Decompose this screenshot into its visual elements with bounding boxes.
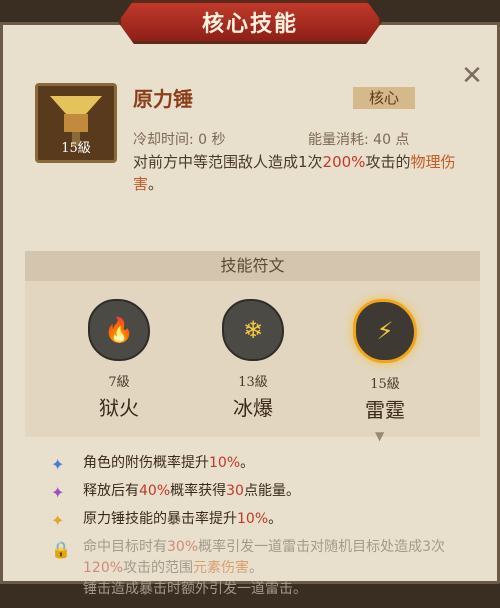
locked-value: 30% [167, 539, 199, 555]
effect-value: 40% [139, 483, 171, 499]
rune-effects: ✦ 角色的附伤概率提升10%。 ✦ 释放后有40%概率获得30点能量。 ✦ 原力… [49, 453, 479, 608]
locked-text-2: 概率引发一道雷击对随机目标处造成3次 [198, 539, 446, 555]
effect-item: ✦ 原力锤技能的暴击率提升10%。 [49, 509, 479, 530]
locked-text-4: 锤击造成暴击时额外引发一道雷击。 [83, 581, 307, 597]
effect-text-2: 概率获得 [170, 483, 227, 499]
effect-value: 10% [209, 455, 241, 471]
desc-text-2: 攻击的 [365, 153, 411, 171]
inferno-rune-icon: 🔥 [88, 299, 150, 361]
lock-icon: 🔒 [51, 540, 71, 559]
locked-text: 命中目标时有 [83, 539, 167, 555]
effect-text: 释放后有 [83, 483, 139, 499]
effect-item: ✦ 释放后有40%概率获得30点能量。 [49, 481, 479, 502]
effect-value: 10% [237, 511, 269, 527]
rune-level: 15級 [370, 377, 400, 392]
rune-name: 狱火 [99, 396, 139, 420]
effect-end: 。 [240, 455, 255, 471]
skill-icon: 15級 [35, 83, 117, 163]
energy-stat: 能量消耗: 40 点 [308, 132, 410, 148]
runes-header: 技能符文 [25, 251, 480, 281]
core-tag: 核心 [353, 87, 415, 109]
rune-name: 雷霆 [365, 398, 405, 422]
ice-icon: ❄ [242, 316, 264, 344]
effect-value-2: 30 [226, 483, 244, 499]
locked-text-3: 攻击的范围 [123, 560, 194, 576]
lightning-icon: ⚡ [376, 317, 394, 345]
fire-icon: 🔥 [104, 316, 134, 344]
blue-diamond-icon: ✦ [51, 455, 65, 474]
rune-thunder[interactable]: ⚡ 15級 雷霆 [345, 299, 425, 423]
gold-diamond-icon: ✦ [51, 511, 65, 530]
effect-end: 。 [268, 511, 283, 527]
desc-text: 对前方中等范围敌人造成1次 [133, 153, 323, 171]
title-banner: 核心技能 [118, 0, 382, 44]
locked-damage-type: 元素伤害 [193, 560, 250, 576]
rune-level: 7級 [108, 375, 130, 390]
skill-description: 对前方中等范围敌人造成1次200%攻击的物理伤害。 [133, 151, 473, 195]
rune-name: 冰爆 [233, 396, 273, 420]
ice-rune-icon: ❄ [222, 299, 284, 361]
rune-level: 13級 [238, 375, 268, 390]
locked-value-2: 120% [83, 560, 124, 576]
effect-text: 角色的附伤概率提升 [83, 455, 209, 471]
purple-diamond-icon: ✦ [51, 483, 65, 502]
locked-effect: 🔒 命中目标时有30%概率引发一道雷击对随机目标处造成3次 120%攻击的范围元素… [49, 537, 479, 600]
skill-level: 15級 [61, 141, 91, 156]
thunder-rune-icon: ⚡ [353, 299, 417, 363]
desc-end: 。 [148, 175, 164, 193]
locked-end: 。 [249, 560, 264, 576]
cooldown-stat: 冷却时间: 0 秒 [133, 132, 226, 148]
page-title: 核心技能 [201, 12, 298, 37]
runes-section: 技能符文 🔥 7級 狱火 ❄ 13級 冰爆 ⚡ 15級 雷霆 [25, 251, 480, 437]
skill-panel: ✕ 15級 原力锤 核心 冷却时间: 0 秒 能量消耗: 40 点 对前方中等范… [0, 22, 500, 597]
effect-text: 原力锤技能的暴击率提升 [83, 511, 237, 527]
chevron-down-icon: ▼ [375, 429, 385, 443]
rune-inferno[interactable]: 🔥 7級 狱火 [79, 299, 159, 421]
effect-item: ✦ 角色的附伤概率提升10%。 [49, 453, 479, 474]
desc-percent: 200% [322, 153, 366, 171]
close-icon[interactable]: ✕ [457, 61, 487, 91]
skill-name: 原力锤 [133, 87, 193, 111]
effect-end: 点能量。 [243, 483, 300, 499]
rune-ice-burst[interactable]: ❄ 13級 冰爆 [213, 299, 293, 421]
